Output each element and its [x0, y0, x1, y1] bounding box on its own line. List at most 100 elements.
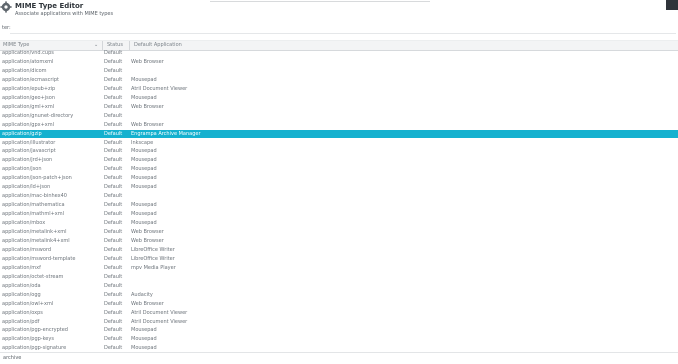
table-row[interactable]: application/geo+json Default Mousepad [0, 94, 678, 103]
filter-input[interactable] [10, 23, 676, 34]
table-row[interactable]: application/mathematica Default Mousepad [0, 201, 678, 210]
status-cell: Default [104, 202, 123, 209]
table-row[interactable]: application/gnunet-directory Default [0, 112, 678, 121]
table-row[interactable]: application/metalink4+xml Default Web Brow… [0, 237, 678, 246]
status-cell: Default [104, 166, 123, 173]
mime-type-cell: application/atomxml [2, 58, 54, 65]
application-cell: Mousepad [131, 94, 157, 101]
table-row[interactable]: application/oda Default [0, 282, 678, 291]
table-row[interactable]: application/vnd.cups Default [0, 49, 678, 58]
table-row[interactable]: application/pgp-signature Default Mousepad [0, 344, 678, 352]
table-row[interactable]: application/javascript Default Mousepad [0, 147, 678, 156]
table-row[interactable]: application/epub+zip Default Atril Documen… [0, 85, 678, 94]
status-cell: Default [104, 211, 123, 218]
mime-type-cell: application/json [2, 166, 42, 173]
table-row[interactable]: application/pgp-encrypted Default Mousepad [0, 326, 678, 335]
status-cell: Default [104, 309, 123, 316]
window-title: MIME Type Editor [15, 2, 84, 10]
table-row[interactable]: application/msword Default LibreOffice Wri… [0, 246, 678, 255]
status-cell: Default [104, 67, 123, 74]
table-row[interactable]: application/mathml+xml Default Mousepad [0, 210, 678, 219]
table-row[interactable]: application/octet-stream Default [0, 273, 678, 282]
mime-type-cell: application/mathml+xml [2, 211, 64, 218]
status-cell: Default [104, 237, 123, 244]
status-cell: Default [104, 121, 123, 128]
table-row[interactable]: application/ogg Default Audacity [0, 291, 678, 300]
application-cell: Web Browser [131, 229, 164, 235]
mime-type-cell: application/msword [2, 246, 52, 253]
table-row[interactable]: application/gml+xml Default Web Browser [0, 103, 678, 112]
application-cell: Mousepad [131, 202, 157, 209]
status-cell: Default [104, 103, 123, 110]
status-cell: Default [104, 318, 123, 325]
mime-type-cell: application/gpx+xml [2, 121, 54, 128]
mime-type-cell: application/ogg [2, 291, 41, 298]
table-row[interactable]: application/illustrator Default Inkscape [0, 139, 678, 148]
status-cell: Default [104, 58, 123, 65]
table-row[interactable]: application/pgp-keys Default Mousepad [0, 335, 678, 344]
status-cell: Default [104, 130, 123, 137]
table-row[interactable]: application/json-patch+json Default Mousep… [0, 174, 678, 183]
mime-type-cell: application/oda [2, 282, 41, 289]
table-row[interactable]: application/pdf Default Atril Document Vie… [0, 318, 678, 327]
status-cell: Default [104, 273, 123, 280]
status-text: archive [3, 355, 22, 361]
status-cell: Default [104, 112, 123, 119]
table-row[interactable]: application/owl+xml Default Web Browser [0, 300, 678, 309]
mime-type-list[interactable]: application/vnd.cups Default application/a… [0, 49, 678, 352]
mime-type-cell: application/pgp-signature [2, 345, 67, 352]
table-row[interactable]: application/metalink+xml Default Web Brows… [0, 228, 678, 237]
table-row[interactable]: application/msword-template Default LibreO… [0, 255, 678, 264]
application-cell: Mousepad [131, 345, 157, 352]
status-cell: Default [104, 300, 123, 307]
table-row[interactable]: application/ecmascript Default Mousepad [0, 76, 678, 85]
mime-type-cell: application/mac-binhex40 [2, 193, 67, 200]
table-row[interactable]: application/oxps Default Atril Document Vi… [0, 309, 678, 318]
table-row[interactable]: application/jrd+json Default Mousepad [0, 156, 678, 165]
table-row[interactable]: application/mac-binhex40 Default [0, 192, 678, 201]
application-cell: Engrampa Archive Manager [131, 130, 201, 137]
table-row[interactable]: application/json Default Mousepad [0, 165, 678, 174]
application-cell: Inkscape [131, 139, 154, 146]
status-cell: Default [104, 85, 123, 92]
mime-type-cell: application/gzip [2, 130, 42, 137]
mime-type-cell: application/gnunet-directory [2, 112, 74, 119]
title-divider [210, 1, 430, 2]
table-row[interactable]: application/mbox Default Mousepad [0, 219, 678, 228]
application-cell: Mousepad [131, 148, 157, 155]
mime-type-cell: application/metalink4+xml [2, 237, 70, 244]
status-cell: Default [104, 148, 123, 155]
window-subtitle: Associate applications with MIME types [15, 11, 114, 17]
mime-type-cell: application/msword-template [2, 255, 76, 262]
mime-type-cell: application/mathematica [2, 202, 65, 209]
table-row[interactable]: application/gzip Default Engrampa Archive … [0, 129, 678, 138]
mime-type-cell: application/illustrator [2, 139, 56, 146]
status-cell: Default [104, 345, 123, 352]
application-cell: Mousepad [131, 211, 157, 218]
status-cell: Default [104, 282, 123, 289]
application-cell: Mousepad [131, 327, 157, 334]
status-cell: Default [104, 327, 123, 334]
table-row[interactable]: application/dicom Default [0, 67, 678, 76]
gear-icon [0, 1, 12, 13]
mime-type-cell: application/oxps [2, 309, 43, 316]
mime-type-cell: application/pdf [2, 318, 40, 325]
table-row[interactable]: application/gpx+xml Default Web Browser [0, 121, 678, 130]
column-header-status[interactable]: Status [107, 42, 123, 48]
table-row[interactable]: application/atomxml Default Web Browser [0, 58, 678, 67]
column-header-default-application[interactable]: Default Application [134, 42, 182, 48]
application-cell: Web Browser [131, 237, 164, 244]
mime-type-cell: application/epub+zip [2, 85, 56, 92]
sort-down-icon[interactable]: ⌄ [94, 42, 98, 48]
table-row[interactable]: application/ld+json Default Mousepad [0, 183, 678, 192]
table-row[interactable]: application/mxf Default mpv Media Player [0, 264, 678, 273]
mime-type-cell: application/javascript [2, 148, 56, 155]
mime-type-cell: application/json-patch+json [2, 175, 72, 182]
column-header-mime-type[interactable]: MIME Type [3, 42, 29, 48]
status-cell: Default [104, 184, 123, 191]
mime-type-cell: application/gml+xml [2, 103, 55, 110]
status-cell: Default [104, 246, 123, 253]
status-cell: Default [104, 175, 123, 182]
mime-type-cell: application/pgp-keys [2, 336, 54, 343]
status-cell: Default [104, 193, 123, 200]
